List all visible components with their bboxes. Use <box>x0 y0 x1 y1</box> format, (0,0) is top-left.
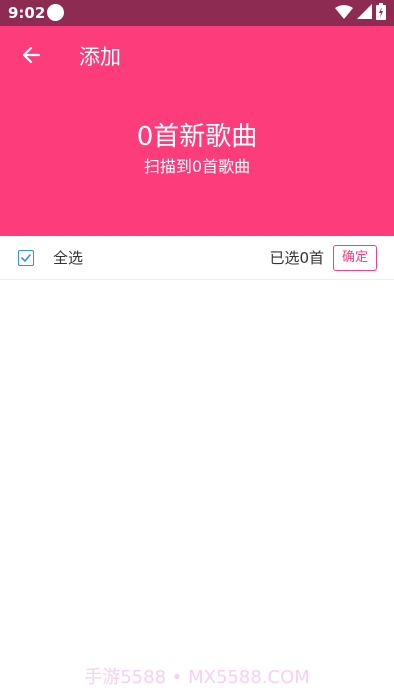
status-bar: 9:02 <box>0 0 394 26</box>
scan-result-subline: 扫描到0首歌曲 <box>143 157 251 176</box>
notification-dot-icon <box>47 4 64 21</box>
wifi-icon <box>335 4 353 23</box>
select-all-label[interactable]: 全选 <box>53 247 83 269</box>
signal-icon <box>357 3 372 23</box>
page-title: 添加 <box>79 45 121 69</box>
new-songs-headline: 0首新歌曲 <box>136 122 258 152</box>
status-time: 9:02 <box>8 4 46 22</box>
selected-count: 已选0首 <box>269 249 324 267</box>
watermark: 手游5588 • MX5588.COM <box>84 667 310 688</box>
arrow-left-icon <box>21 45 41 69</box>
song-list <box>0 280 394 660</box>
battery-icon <box>376 2 386 24</box>
select-all-checkbox[interactable] <box>18 250 34 266</box>
status-icons <box>335 2 386 24</box>
checkmark-icon <box>20 249 32 268</box>
confirm-button[interactable]: 确定 <box>333 245 377 271</box>
select-bar: 全选 已选0首 确定 <box>0 236 394 280</box>
back-button[interactable] <box>16 42 46 72</box>
header: 添加 0首新歌曲 扫描到0首歌曲 <box>0 26 394 236</box>
